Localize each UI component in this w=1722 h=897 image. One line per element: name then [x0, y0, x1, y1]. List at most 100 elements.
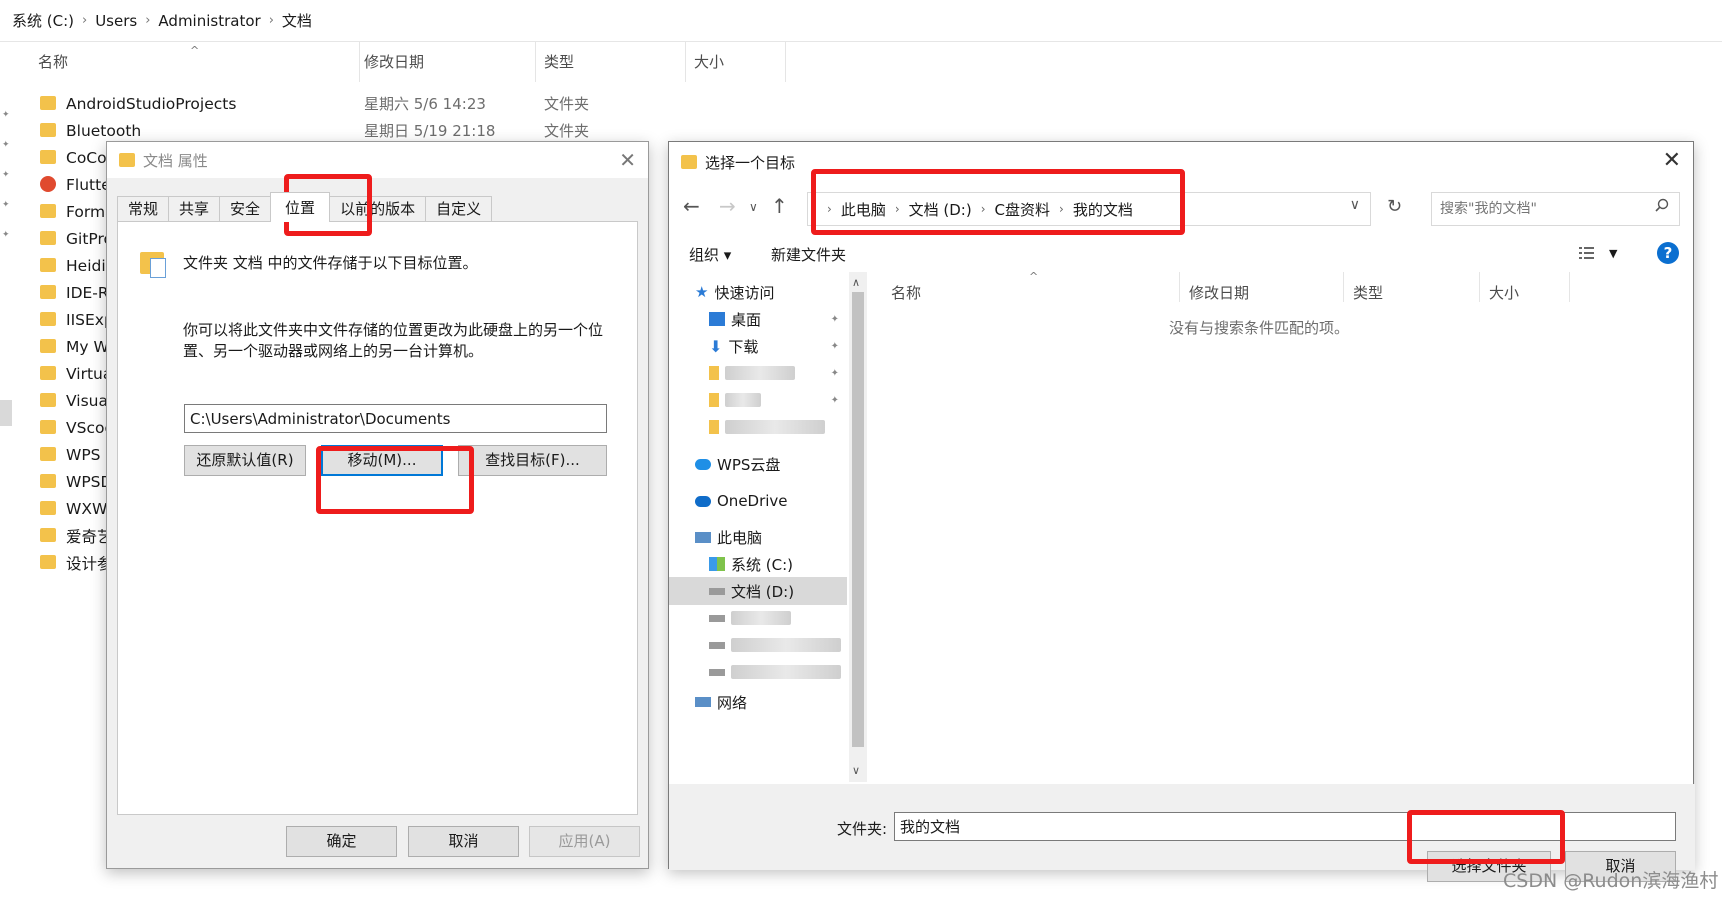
tree-item-downloads[interactable]: ⬇ 下载 ✦ [709, 332, 847, 360]
breadcrumb-item[interactable]: 系统 (C:) [12, 10, 74, 31]
tree-item-redacted[interactable]: ✦ [709, 359, 847, 387]
dialog-title: 选择一个目标 [705, 153, 796, 172]
breadcrumb-item[interactable]: 此电脑 [841, 199, 886, 220]
tree-item-redacted[interactable] [709, 631, 841, 659]
view-details-icon[interactable] [1579, 246, 1599, 260]
scroll-thumb[interactable] [852, 292, 864, 747]
command-toolbar: 组织 ▾ 新建文件夹 ▼ ? [669, 236, 1695, 270]
download-arrow-icon: ⬇ [709, 336, 723, 356]
dialog-footer: 文件夹: 选择文件夹 取消 [669, 784, 1695, 882]
pin-icon: ✦ [2, 230, 10, 240]
up-arrow-icon[interactable]: ↑ [771, 194, 788, 218]
new-folder-button[interactable]: 新建文件夹 [771, 244, 846, 265]
search-input[interactable] [1431, 192, 1680, 226]
tab-sharing[interactable]: 共享 [168, 196, 221, 222]
drive-icon [709, 668, 725, 676]
tab-customize[interactable]: 自定义 [425, 196, 493, 222]
tree-item-wps-cloud[interactable]: WPS云盘 [695, 450, 780, 478]
organize-menu[interactable]: 组织 ▾ [689, 244, 731, 265]
tree-item-onedrive[interactable]: OneDrive [695, 487, 788, 515]
drive-icon [709, 614, 725, 622]
tab-location[interactable]: 位置 [270, 192, 331, 222]
column-header-type[interactable]: 类型 [536, 42, 686, 82]
location-panel: 文件夹 文档 中的文件存储于以下目标位置。 你可以将此文件夹中文件存储的位置更改… [117, 221, 638, 815]
breadcrumb-bar[interactable]: › 此电脑 › 文档 (D:) › C盘资料 › 我的文档 ∨ [807, 192, 1371, 226]
cloud-icon [695, 495, 711, 507]
dialog-titlebar[interactable]: 文档 属性 [107, 142, 648, 178]
folder-icon [40, 366, 56, 380]
column-header-size[interactable]: 大小 [1489, 282, 1519, 303]
restore-default-button[interactable]: 还原默认值(R) [184, 445, 306, 476]
location-path-input[interactable] [184, 404, 607, 433]
sort-ascending-icon: ^ [1029, 270, 1039, 283]
tab-general[interactable]: 常规 [117, 196, 170, 222]
column-header-size[interactable]: 大小 [686, 42, 786, 82]
refresh-icon[interactable]: ↻ [1387, 196, 1402, 217]
folder-icon [709, 366, 719, 380]
tree-item-network[interactable]: 网络 [695, 688, 747, 716]
tree-item-quick-access[interactable]: ★ 快速访问 [695, 278, 774, 306]
folder-icon [709, 420, 719, 434]
back-arrow-icon[interactable]: ← [683, 194, 700, 218]
breadcrumb-item[interactable]: 文档 (D:) [909, 199, 972, 220]
tree-item-redacted[interactable] [709, 413, 847, 441]
move-button[interactable]: 移动(M)... [321, 445, 443, 476]
folder-icon [119, 153, 135, 167]
scroll-down-icon[interactable]: ∨ [852, 764, 860, 777]
breadcrumb-item[interactable]: Users [95, 12, 137, 30]
close-icon[interactable]: ✕ [1663, 148, 1681, 173]
column-headers: 名称 修改日期 类型 大小 [0, 42, 800, 90]
sort-ascending-icon: ^ [190, 44, 200, 57]
search-icon[interactable] [1655, 198, 1669, 212]
scroll-up-icon[interactable]: ∧ [852, 276, 860, 289]
tree-scrollbar[interactable]: ∧ ∨ [849, 272, 867, 782]
chevron-right-icon: › [82, 13, 88, 28]
tab-previous-versions[interactable]: 以前的版本 [329, 196, 427, 222]
help-icon[interactable]: ? [1657, 242, 1679, 264]
breadcrumb-item[interactable]: Administrator [158, 12, 260, 30]
tree-item-drive-c[interactable]: 系统 (C:) [709, 550, 793, 578]
pin-icon: ✦ [2, 200, 10, 210]
folder-icon [40, 555, 56, 569]
tree-item-desktop[interactable]: 桌面 ✦ [709, 305, 847, 333]
forward-arrow-icon[interactable]: → [719, 194, 736, 218]
column-header-date[interactable]: 修改日期 [356, 42, 536, 82]
ok-button[interactable]: 确定 [286, 826, 397, 857]
tree-item-this-pc[interactable]: 此电脑 [695, 523, 762, 551]
network-icon [695, 697, 711, 707]
tree-item-redacted[interactable] [709, 604, 791, 632]
tree-item-redacted[interactable] [709, 658, 841, 686]
apply-button[interactable]: 应用(A) [529, 826, 640, 857]
folder-icon [40, 204, 56, 218]
close-icon[interactable]: ✕ [619, 148, 636, 172]
recent-locations-chevron-icon[interactable]: ∨ [749, 200, 758, 214]
breadcrumb-item[interactable]: 我的文档 [1073, 199, 1133, 220]
column-header-type[interactable]: 类型 [1353, 282, 1383, 303]
address-bar[interactable]: 系统 (C:) › Users › Administrator › 文档 [0, 0, 1722, 42]
chevron-right-icon: › [980, 202, 986, 216]
column-header-date[interactable]: 修改日期 [1189, 282, 1249, 303]
file-row[interactable]: AndroidStudioProjects 星期六 5/6 14:23 文件夹 [40, 90, 640, 117]
chevron-down-icon[interactable]: ∨ [1350, 197, 1360, 213]
cancel-button[interactable]: 取消 [408, 826, 519, 857]
breadcrumb-item[interactable]: 文档 [282, 10, 312, 31]
navigation-tree: ★ 快速访问 桌面 ✦ ⬇ 下载 ✦ ✦ ✦ WPS云盘 OneDrive 此电脑 系统… [669, 272, 847, 782]
folder-icon [709, 393, 719, 407]
tree-item-redacted[interactable]: ✦ [709, 386, 847, 414]
folder-icon [40, 258, 56, 272]
computer-icon [695, 531, 711, 543]
view-dropdown-icon[interactable]: ▼ [1609, 247, 1617, 260]
file-row[interactable]: Bluetooth 星期日 5/19 21:18 文件夹 [40, 117, 640, 144]
tab-security[interactable]: 安全 [219, 196, 272, 222]
breadcrumb-item[interactable]: C盘资料 [995, 199, 1050, 220]
chevron-right-icon: › [894, 202, 900, 216]
tree-item-drive-d[interactable]: 文档 (D:) [669, 577, 847, 605]
watermark-text: CSDN @Rudon滨海渔村 [1503, 870, 1719, 892]
pin-icon: ✦ [2, 170, 10, 180]
pin-icon: ✦ [830, 394, 839, 406]
find-target-button[interactable]: 查找目标(F)... [458, 445, 607, 476]
dialog-titlebar[interactable]: 选择一个目标 [669, 142, 1693, 182]
column-header-name[interactable]: 名称 [891, 282, 921, 303]
folder-icon [40, 393, 56, 407]
folder-name-input[interactable] [894, 812, 1676, 841]
